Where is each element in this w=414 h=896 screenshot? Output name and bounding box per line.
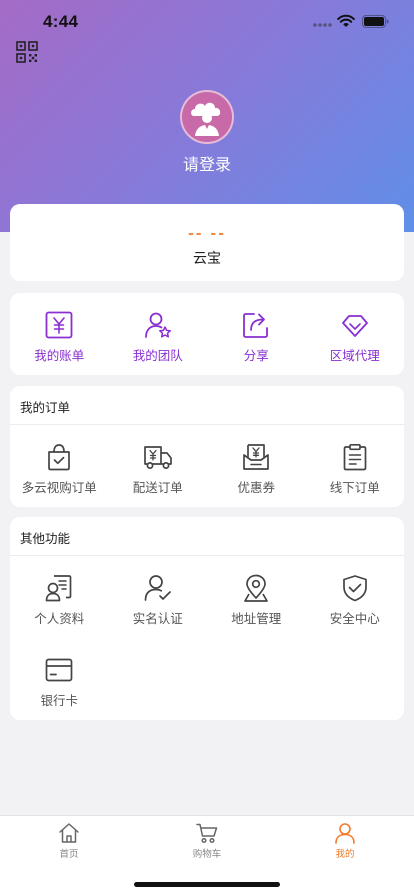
tab-home-label: 首页	[59, 849, 79, 860]
real-name-verification-button[interactable]: 实名认证	[109, 574, 208, 627]
tab-home[interactable]: 首页	[0, 822, 138, 860]
my-orders-title: 我的订单	[20, 400, 71, 415]
quick-actions-card: 我的账单 我的团队 分享 区域代理	[10, 293, 404, 375]
bank-card-button[interactable]: 银行卡	[10, 656, 109, 709]
delivery-orders-label: 配送订单	[132, 480, 183, 495]
avatar[interactable]	[180, 90, 234, 144]
offline-orders-button[interactable]: 线下订单	[306, 443, 405, 496]
my-bill-button[interactable]: 我的账单	[10, 311, 109, 364]
bank-card-icon	[45, 658, 73, 682]
tab-mine-label: 我的	[335, 849, 355, 860]
my-team-button[interactable]: 我的团队	[109, 311, 208, 364]
divider	[10, 424, 404, 425]
verified-user-icon	[144, 575, 171, 601]
yunbao-value: -- --	[187, 226, 227, 242]
tab-cart-label: 购物车	[192, 849, 222, 860]
tab-mine[interactable]: 我的	[276, 822, 414, 860]
divider	[10, 555, 404, 556]
cloud-purchase-orders-label: 多云视购订单	[21, 480, 97, 495]
coupon-icon	[243, 444, 270, 470]
status-time: 4:44	[43, 12, 79, 31]
share-button[interactable]: 分享	[207, 311, 306, 364]
diamond-icon	[341, 315, 368, 337]
login-prompt[interactable]: 请登录	[0, 151, 414, 175]
yunbao-card[interactable]: -- -- 云宝	[10, 204, 404, 281]
real-name-verification-label: 实名认证	[132, 611, 183, 626]
qr-code-scan-button[interactable]	[16, 41, 38, 63]
regional-agent-label: 区域代理	[329, 348, 380, 363]
coupons-label: 优惠券	[237, 480, 275, 495]
offline-orders-label: 线下订单	[329, 480, 380, 495]
cart-icon	[196, 823, 218, 844]
yuan-bill-icon	[45, 311, 73, 339]
personal-info-button[interactable]: 个人资料	[10, 574, 109, 627]
wifi-icon	[337, 14, 355, 27]
address-management-button[interactable]: 地址管理	[207, 574, 306, 627]
personal-info-label: 个人资料	[34, 611, 85, 626]
status-bar: 4:44	[0, 0, 414, 44]
team-icon	[144, 312, 171, 338]
home-indicator	[134, 882, 280, 887]
share-icon	[243, 313, 269, 338]
address-management-label: 地址管理	[231, 611, 282, 626]
share-label: 分享	[243, 348, 269, 363]
regional-agent-button[interactable]: 区域代理	[306, 311, 405, 364]
yunbao-label: 云宝	[193, 251, 221, 267]
security-center-label: 安全中心	[329, 611, 380, 626]
profile-card-icon	[45, 575, 72, 602]
other-functions-card: 其他功能 个人资料 实名认证 地址管理 安全中心 银行卡	[10, 517, 404, 720]
signal-icon	[313, 23, 332, 27]
qr-code-icon	[16, 41, 38, 63]
person-icon	[335, 823, 355, 844]
tab-cart[interactable]: 购物车	[138, 822, 276, 860]
cloud-purchase-orders-button[interactable]: 多云视购订单	[10, 443, 109, 496]
my-team-label: 我的团队	[132, 348, 183, 363]
my-orders-card: 我的订单 多云视购订单 配送订单 优惠券 线下订单	[10, 386, 404, 507]
bank-card-label: 银行卡	[40, 693, 78, 708]
clipboard-icon	[343, 443, 367, 471]
other-functions-title: 其他功能	[20, 531, 71, 546]
cloud-avatar-icon	[182, 92, 232, 142]
coupons-button[interactable]: 优惠券	[207, 443, 306, 496]
shield-check-icon	[342, 575, 367, 602]
security-center-button[interactable]: 安全中心	[306, 574, 405, 627]
delivery-truck-icon	[143, 446, 172, 469]
home-icon	[59, 823, 79, 843]
my-bill-label: 我的账单	[34, 348, 85, 363]
location-pin-icon	[244, 574, 269, 602]
battery-icon	[362, 15, 389, 28]
shopping-bag-icon	[48, 444, 71, 471]
delivery-orders-button[interactable]: 配送订单	[109, 443, 208, 496]
